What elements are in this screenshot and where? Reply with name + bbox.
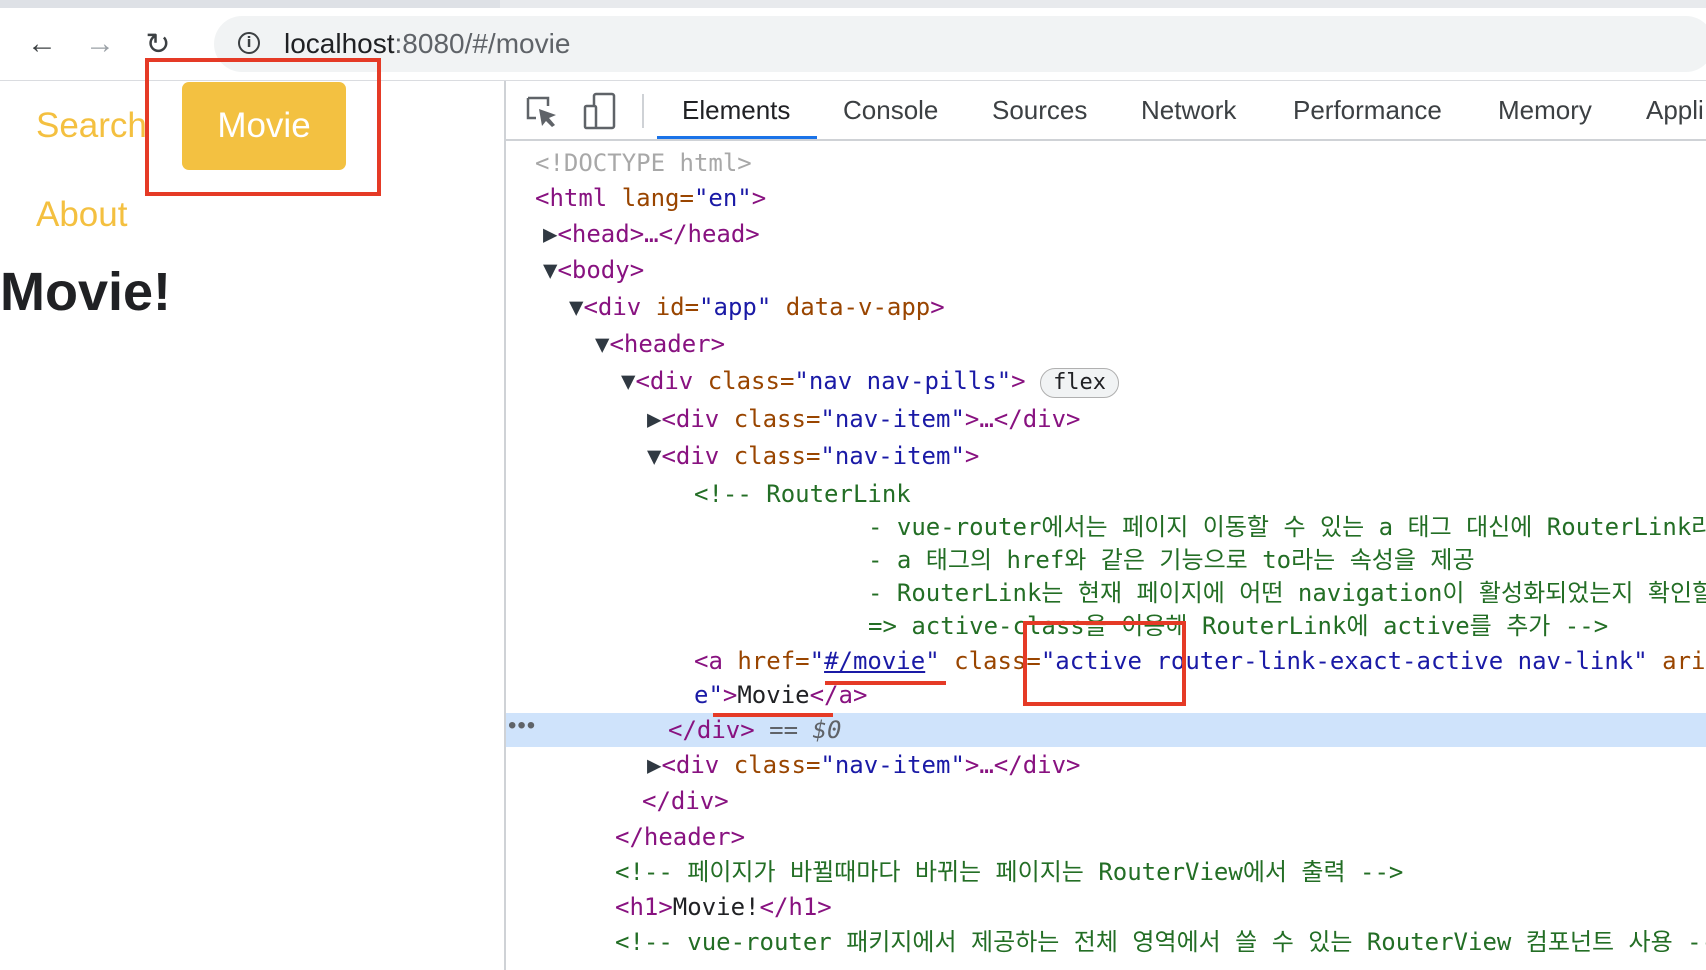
dom-comment-line-7: <!-- vue-router 패키지에서 제공하는 전체 영역에서 쓸 수 있… xyxy=(615,928,1706,956)
dom-comment-line-5: => active-class을 이용해 RouterLink에 active를… xyxy=(868,612,1609,640)
annotation-box-movie-nav xyxy=(145,58,381,196)
annotation-underline-href xyxy=(825,681,946,685)
dom-line-body[interactable]: ▼<body> xyxy=(543,253,644,287)
dom-comment-line-6: <!-- 페이지가 바뀔때마다 바뀌는 페이지는 RouterView에서 출력… xyxy=(615,858,1404,886)
dom-line-nav[interactable]: ▼<div class="nav nav-pills"> flex xyxy=(621,364,1120,398)
href-link[interactable]: #/movie xyxy=(824,647,925,675)
selected-marker: == $0 xyxy=(769,716,842,744)
annotation-underline-text xyxy=(713,713,833,717)
dom-comment-line-4: - RouterLink는 현재 페이지에 어떤 navigation이 활성화… xyxy=(868,579,1706,607)
dom-comment-line-2: - vue-router에서는 페이지 이동할 수 있는 a 태그 대신에 Ro… xyxy=(868,513,1706,541)
dom-line-nav-item-2[interactable]: ▼<div class="nav-item"> xyxy=(647,439,979,473)
flex-badge[interactable]: flex xyxy=(1040,368,1120,398)
dom-line-nav-item-1[interactable]: ▶<div class="nav-item">…</div> xyxy=(647,402,1081,436)
dom-line-header-close[interactable]: </header> xyxy=(615,820,745,854)
dom-line-h1[interactable]: <h1>Movie!</h1> xyxy=(615,890,832,924)
dom-line-header[interactable]: ▼<header> xyxy=(595,327,725,361)
dom-line-head[interactable]: ▶<head>…</head> xyxy=(543,217,760,251)
annotation-box-active-class xyxy=(1023,621,1186,706)
dom-comment-line-3: - a 태그의 href와 같은 기능으로 to라는 속성을 제공 xyxy=(868,546,1475,574)
dom-comment-line-1: <!-- RouterLink xyxy=(694,480,911,508)
dom-line-anchor[interactable]: <a href="#/movie" class="active router-l… xyxy=(694,644,1706,678)
dom-line-nav-close[interactable]: </div> xyxy=(642,784,729,818)
dom-line-doctype[interactable]: <!DOCTYPE html> xyxy=(535,146,752,180)
dom-line-selected-div-close[interactable]: </div> == $0 xyxy=(668,713,841,747)
dom-line-html[interactable]: <html lang="en"> xyxy=(535,181,766,215)
dom-line-div-app[interactable]: ▼<div id="app" data-v-app> xyxy=(569,290,945,324)
dom-line-nav-item-3[interactable]: ▶<div class="nav-item">…</div> xyxy=(647,748,1081,782)
